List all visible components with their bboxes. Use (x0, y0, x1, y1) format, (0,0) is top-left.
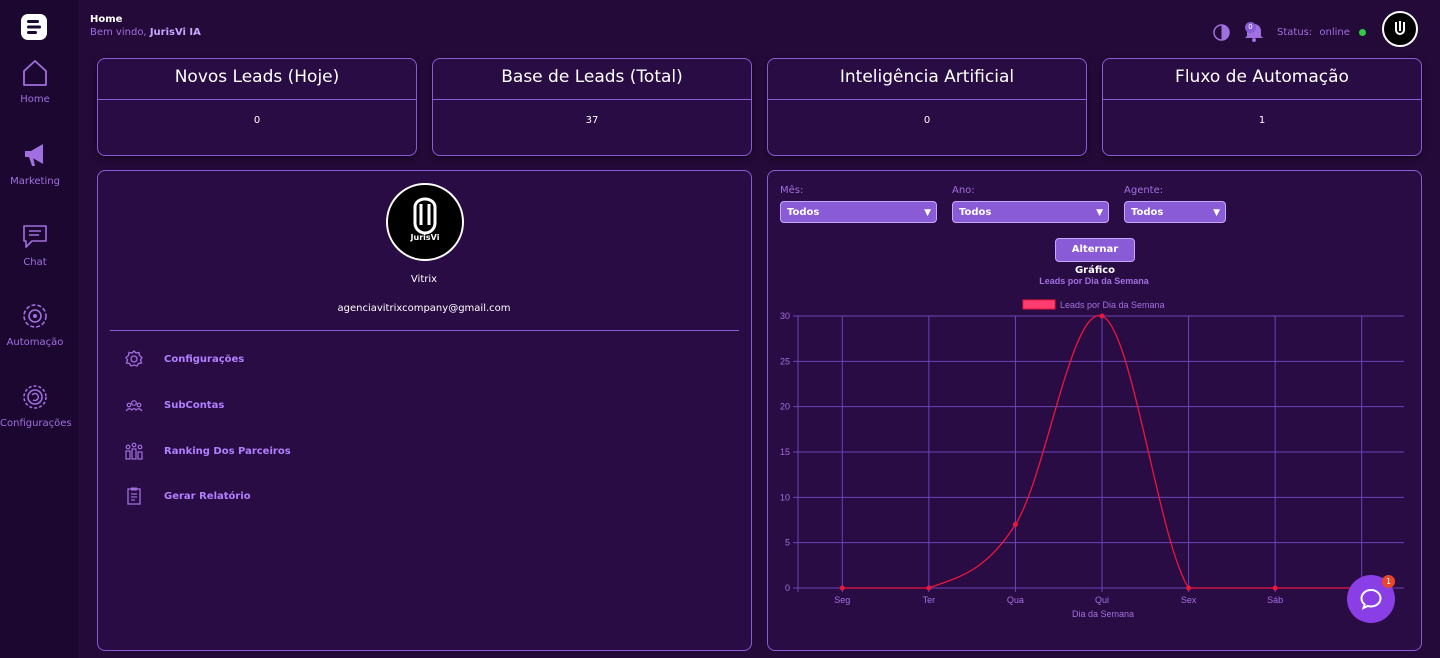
chat-bubble-icon (1360, 588, 1382, 610)
stat-card-title: Novos Leads (Hoje) (98, 59, 416, 100)
menu-item-label: Ranking Dos Parceiros (164, 446, 291, 457)
x-tick-label: Seg (834, 595, 850, 605)
menu-item-label: Configurações (164, 354, 245, 365)
sidebar-item-chat[interactable]: Chat (0, 221, 70, 268)
profile-name: Vitrix (410, 274, 438, 285)
stat-card-value: 0 (253, 115, 261, 126)
status-value: online (1319, 27, 1350, 38)
chart-title: Leads por Dia da Semana (1039, 276, 1150, 286)
logo-text: JurisVi (410, 233, 440, 242)
megaphone-icon (25, 144, 43, 166)
page-title: Home (90, 14, 123, 25)
stat-card-novos-leads: Novos Leads (Hoje) 0 (97, 58, 417, 156)
sidebar-item-home[interactable]: Home (0, 58, 70, 105)
data-point[interactable] (839, 585, 845, 591)
menu-item-label: SubContas (164, 400, 225, 411)
stat-card-value: 37 (585, 115, 599, 126)
year-select[interactable]: Todos ▼ (952, 201, 1109, 223)
menu-item-label: Gerar Relatório (164, 491, 251, 502)
stat-card-title: Fluxo de Automação (1103, 59, 1421, 100)
status-dot (1359, 28, 1367, 36)
jurisvi-logo-icon (1395, 21, 1405, 35)
theme-toggle-icon[interactable] (1213, 24, 1230, 41)
sidebar-item-label: Marketing (10, 176, 60, 187)
data-point[interactable] (1272, 585, 1278, 591)
month-filter-label: Mês: (780, 185, 804, 196)
stat-card-title: Base de Leads (Total) (433, 59, 751, 100)
gear-icon (125, 350, 143, 367)
x-tick-label: Qua (1007, 595, 1024, 605)
profile-email: agenciavitrixcompany@gmail.com (337, 303, 511, 314)
users-icon (125, 400, 143, 412)
agent-select[interactable]: Todos ▼ (1124, 201, 1226, 223)
chevron-down-icon: ▼ (924, 208, 931, 218)
year-filter-label: Ano: (952, 185, 975, 196)
welcome-prefix: Bem vindo, (90, 27, 147, 38)
welcome-text: Bem vindo, JurisVi IA (90, 27, 201, 38)
stat-card-fluxo-automacao: Fluxo de Automação 1 (1102, 58, 1422, 156)
toggle-chart-button[interactable]: Alternar Gráfico (1055, 238, 1135, 276)
year-select-value: Todos (959, 207, 992, 218)
chevron-down-icon: ▼ (1096, 208, 1103, 218)
app-logo-icon[interactable] (19, 12, 49, 42)
legend-label: Leads por Dia da Semana (1060, 300, 1165, 310)
jurisvi-logo-icon: JurisVi (410, 197, 440, 242)
sidebar-item-configuracoes[interactable]: Configurações (0, 382, 72, 429)
x-axis-label: Dia da Semana (1072, 609, 1134, 619)
agent-filter-label: Agente: (1124, 185, 1164, 196)
data-point[interactable] (926, 585, 932, 591)
profile-panel: JurisVi Vitrix agenciavitrixcompany@gmai… (97, 170, 752, 651)
notification-badge: 0 (1245, 22, 1256, 33)
sidebar: Home Marketing Chat Automação Configuraç… (0, 0, 78, 658)
agent-select-value: Todos (1131, 207, 1164, 218)
report-icon (127, 487, 141, 505)
month-select[interactable]: Todos ▼ (780, 201, 937, 223)
chart-panel: Mês: Todos ▼ Ano: Todos ▼ Agente: Todos … (767, 170, 1422, 651)
y-tick-label: 5 (785, 538, 790, 548)
user-avatar[interactable] (1382, 11, 1418, 47)
ranking-icon (125, 442, 143, 460)
sidebar-item-marketing[interactable]: Marketing (0, 140, 70, 187)
y-tick-label: 10 (780, 492, 790, 502)
x-tick-label: Qui (1095, 595, 1109, 605)
y-tick-label: 0 (785, 583, 790, 593)
sidebar-item-label: Home (20, 94, 50, 105)
chat-icon (23, 225, 47, 248)
chevron-down-icon: ▼ (1213, 208, 1220, 218)
x-tick-label: Sex (1181, 595, 1197, 605)
y-tick-label: 25 (780, 356, 790, 366)
data-point[interactable] (1012, 522, 1018, 528)
sidebar-item-label: Chat (23, 257, 47, 268)
stat-card-value: 1 (1258, 115, 1266, 126)
automation-icon (23, 304, 47, 328)
legend-swatch (1022, 299, 1056, 310)
home-icon (23, 60, 47, 86)
y-tick-label: 20 (780, 402, 790, 412)
chart-grid (793, 315, 1404, 592)
settings-icon (23, 385, 47, 409)
status-label: Status: (1277, 27, 1313, 38)
profile-avatar: JurisVi (386, 183, 464, 261)
stat-card-title: Inteligência Artificial (768, 59, 1086, 100)
x-tick-label: Sáb (1267, 595, 1283, 605)
x-tick-label: Ter (923, 595, 936, 605)
stat-card-inteligencia-artificial: Inteligência Artificial 0 (767, 58, 1087, 156)
leads-line-chart: Leads por Dia da Semana Leads por Dia da… (780, 276, 1404, 619)
sidebar-item-label: Configurações (0, 418, 72, 429)
sidebar-item-label: Automação (6, 337, 64, 348)
stat-card-base-leads: Base de Leads (Total) 37 (432, 58, 752, 156)
data-point[interactable] (1186, 585, 1192, 591)
data-point[interactable] (1099, 313, 1105, 319)
month-select-value: Todos (787, 207, 820, 218)
welcome-name: JurisVi IA (149, 27, 201, 38)
y-tick-label: 30 (780, 311, 790, 321)
status-indicator: Status: online (1277, 27, 1367, 38)
chat-badge: 1 (1382, 575, 1395, 588)
divider (110, 330, 739, 331)
stat-card-value: 0 (923, 115, 931, 126)
chart-ticks: 051015202530SegTerQuaQuiSexSábDom (780, 311, 1371, 605)
y-tick-label: 15 (780, 447, 790, 457)
sidebar-item-automacao[interactable]: Automação (0, 301, 70, 348)
